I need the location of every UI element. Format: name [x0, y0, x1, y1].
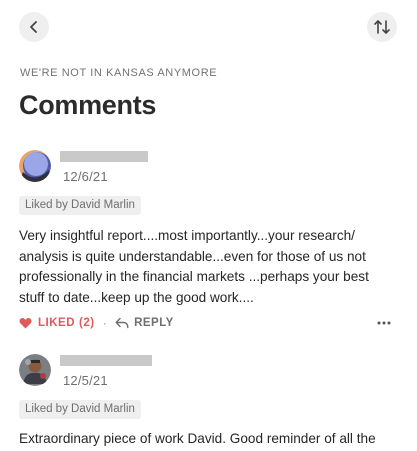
sort-button[interactable] — [367, 12, 397, 42]
reply-arrow-icon — [115, 317, 129, 329]
commenter-name-redacted — [60, 151, 148, 162]
comment-actions: LIKED (2) · REPLY — [19, 314, 391, 332]
liked-by-badge: Liked by David Marlin — [19, 400, 141, 419]
like-label: LIKED — [38, 317, 75, 329]
avatar-image — [19, 354, 51, 386]
comment-text: Very insightful report....most important… — [19, 228, 369, 305]
page-title: Comments — [19, 90, 157, 120]
chevron-left-icon — [30, 21, 37, 33]
like-count: (2) — [79, 317, 95, 329]
sort-arrows-icon — [374, 20, 390, 34]
comment-text: Extraordinary piece of work David. Good … — [19, 431, 376, 446]
reply-label: REPLY — [134, 317, 174, 329]
avatar-image — [19, 150, 51, 182]
more-options-button[interactable] — [377, 321, 391, 325]
reply-button[interactable]: REPLY — [115, 317, 174, 329]
heart-icon — [19, 318, 32, 329]
liked-by-badge: Liked by David Marlin — [19, 196, 141, 215]
comment-date: 12/5/21 — [63, 373, 108, 388]
avatar[interactable] — [19, 354, 51, 386]
more-dots-icon — [377, 321, 391, 325]
avatar[interactable] — [19, 150, 51, 182]
publication-name: WE'RE NOT IN KANSAS ANYMORE — [20, 67, 218, 79]
back-button[interactable] — [19, 12, 49, 42]
comment-date: 12/6/21 — [63, 169, 108, 184]
action-separator: · — [102, 316, 108, 330]
commenter-name-redacted — [60, 355, 152, 366]
like-button[interactable]: LIKED (2) — [19, 317, 95, 329]
